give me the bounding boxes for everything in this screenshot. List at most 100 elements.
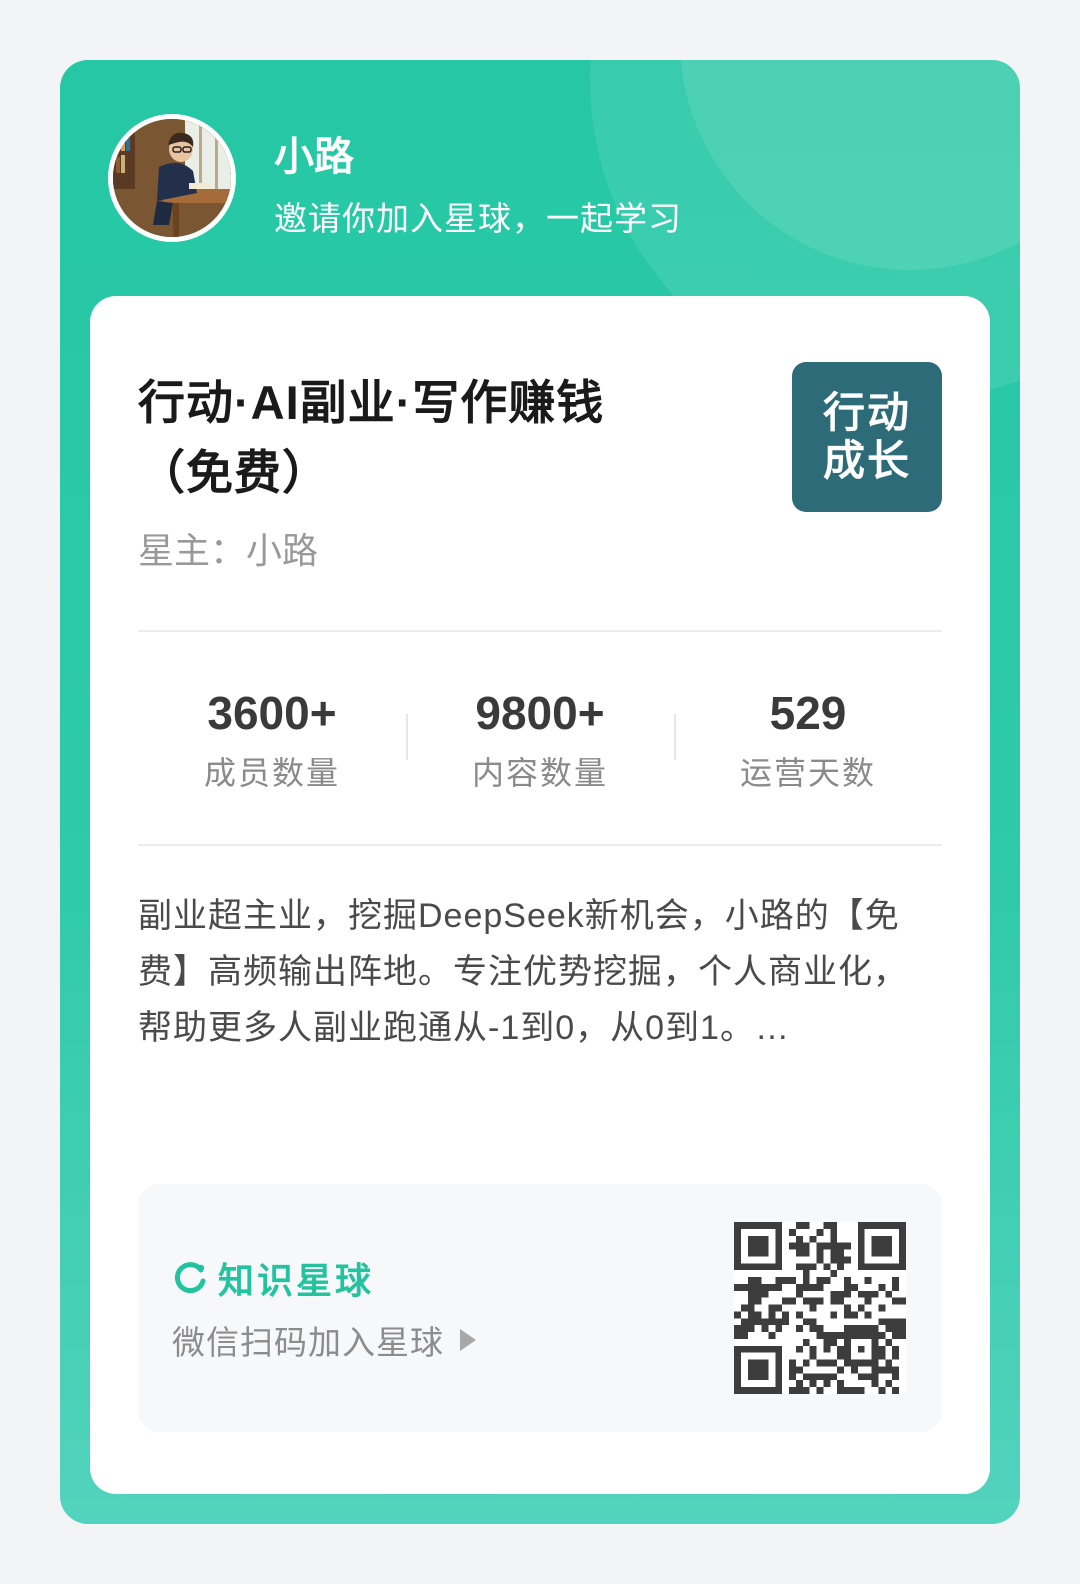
qr-module bbox=[844, 1311, 851, 1319]
qr-module bbox=[789, 1387, 796, 1394]
qr-module bbox=[809, 1345, 817, 1353]
qr-module bbox=[809, 1235, 817, 1243]
qr-module bbox=[816, 1249, 824, 1257]
qr-module bbox=[837, 1380, 845, 1388]
qr-module bbox=[830, 1373, 838, 1381]
qr-module bbox=[782, 1311, 790, 1319]
qr-module bbox=[795, 1290, 803, 1298]
qr-module bbox=[864, 1373, 872, 1381]
qr-code[interactable] bbox=[734, 1222, 906, 1394]
qr-module bbox=[782, 1297, 790, 1305]
qr-module bbox=[844, 1256, 851, 1264]
qr-module bbox=[899, 1325, 906, 1333]
qr-module bbox=[802, 1242, 810, 1250]
qr-module bbox=[795, 1222, 803, 1229]
qr-module bbox=[844, 1387, 851, 1394]
qr-module bbox=[816, 1359, 824, 1367]
qr-module bbox=[809, 1297, 817, 1305]
qr-module bbox=[802, 1277, 810, 1284]
qr-module bbox=[782, 1318, 790, 1326]
qr-module bbox=[830, 1242, 838, 1250]
avatar-photo-icon bbox=[113, 119, 231, 237]
owner-name: 小路 bbox=[246, 530, 319, 571]
qr-module bbox=[809, 1325, 817, 1333]
qr-module bbox=[795, 1263, 803, 1271]
qr-module bbox=[789, 1228, 796, 1236]
qr-module bbox=[850, 1366, 858, 1374]
stat-value: 9800+ bbox=[475, 687, 605, 739]
qr-module bbox=[830, 1249, 838, 1257]
qr-module bbox=[885, 1359, 893, 1367]
qr-module bbox=[795, 1366, 803, 1374]
join-panel[interactable]: 知识星球 微信扫码加入星球 bbox=[138, 1184, 942, 1432]
qr-module bbox=[892, 1366, 900, 1374]
qr-module bbox=[789, 1242, 796, 1250]
qr-module bbox=[734, 1325, 741, 1333]
qr-module bbox=[850, 1311, 858, 1319]
qr-module bbox=[809, 1318, 817, 1326]
qr-module bbox=[747, 1311, 755, 1319]
qr-module bbox=[761, 1318, 769, 1326]
qr-module bbox=[802, 1373, 810, 1381]
qr-module bbox=[885, 1290, 893, 1298]
qr-module bbox=[809, 1380, 817, 1388]
qr-module bbox=[892, 1345, 900, 1353]
qr-module bbox=[857, 1325, 865, 1333]
qr-module bbox=[823, 1338, 831, 1346]
qr-module bbox=[864, 1277, 872, 1284]
stats-row: 3600+ 成员数量 9800+ 内容数量 529 运营天数 bbox=[138, 684, 942, 804]
qr-module bbox=[830, 1228, 838, 1236]
qr-module bbox=[734, 1332, 741, 1339]
qr-module bbox=[747, 1318, 755, 1326]
qr-module bbox=[754, 1283, 762, 1291]
qr-module bbox=[871, 1380, 879, 1388]
qr-module bbox=[885, 1366, 893, 1374]
qr-module bbox=[775, 1325, 783, 1333]
qr-module bbox=[830, 1332, 838, 1339]
qr-module bbox=[747, 1235, 769, 1257]
qr-module bbox=[892, 1325, 900, 1333]
qr-module bbox=[823, 1242, 831, 1250]
qr-module bbox=[830, 1270, 838, 1278]
stat-label: 内容数量 bbox=[471, 755, 608, 791]
qr-module bbox=[775, 1318, 783, 1326]
qr-module bbox=[892, 1297, 900, 1305]
scan-hint[interactable]: 微信扫码加入星球 bbox=[172, 1316, 476, 1364]
stat-label: 运营天数 bbox=[739, 755, 876, 791]
stat-days: 529 运营天数 bbox=[674, 684, 942, 804]
qr-module bbox=[809, 1263, 817, 1271]
qr-module bbox=[830, 1222, 838, 1229]
qr-module bbox=[775, 1283, 783, 1291]
qr-module bbox=[816, 1332, 824, 1339]
qr-module bbox=[878, 1352, 886, 1360]
qr-module bbox=[802, 1263, 810, 1271]
qr-module bbox=[795, 1345, 803, 1353]
qr-module bbox=[740, 1318, 748, 1326]
qr-module bbox=[878, 1304, 886, 1312]
qr-module bbox=[871, 1290, 879, 1298]
qr-module bbox=[802, 1359, 810, 1367]
qr-module bbox=[802, 1283, 810, 1291]
qr-module bbox=[823, 1345, 831, 1353]
group-info-panel: 行动·AI副业·写作赚钱（免费） 行动 成长 星主：小路 3600+ 成员数量 … bbox=[90, 296, 990, 1494]
qr-module bbox=[885, 1380, 893, 1388]
qr-module bbox=[734, 1311, 741, 1319]
qr-module bbox=[837, 1249, 845, 1257]
qr-module bbox=[761, 1290, 769, 1298]
qr-module bbox=[816, 1325, 824, 1333]
qr-module bbox=[823, 1277, 831, 1284]
qr-module bbox=[740, 1332, 748, 1339]
invite-card: 小路 邀请你加入星球，一起学习 行动·AI副业·写作赚钱（免费） 行动 成长 星… bbox=[60, 60, 1020, 1524]
qr-module bbox=[892, 1373, 900, 1381]
qr-module bbox=[768, 1304, 776, 1312]
qr-module bbox=[830, 1256, 838, 1264]
qr-module bbox=[830, 1338, 838, 1346]
qr-module bbox=[754, 1318, 762, 1326]
qr-module bbox=[740, 1304, 748, 1312]
qr-module bbox=[857, 1373, 865, 1381]
qr-module bbox=[837, 1290, 845, 1298]
qr-module bbox=[816, 1277, 824, 1284]
qr-module bbox=[768, 1311, 776, 1319]
qr-module bbox=[823, 1359, 831, 1367]
qr-module bbox=[864, 1325, 872, 1333]
